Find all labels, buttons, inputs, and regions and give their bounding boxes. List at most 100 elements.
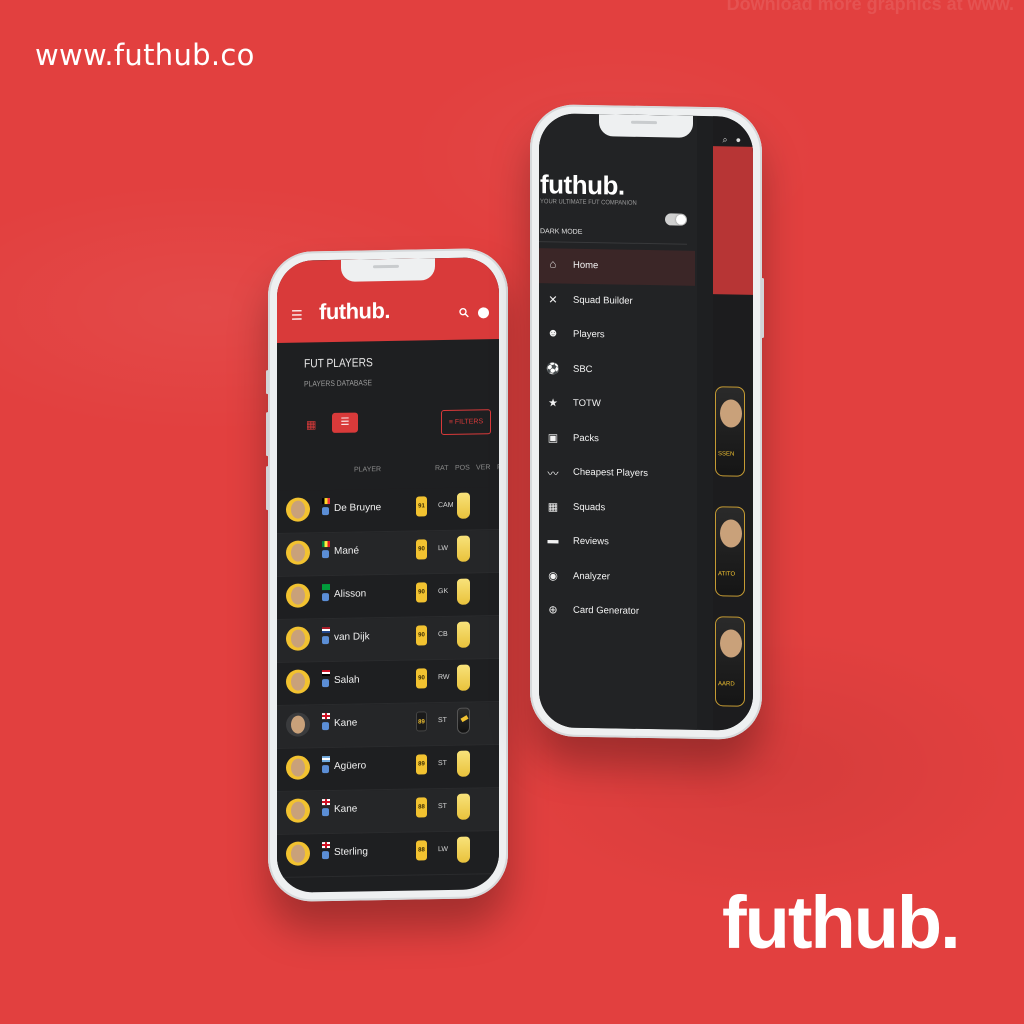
club-badge-icon: [322, 851, 329, 860]
player-name: Kane: [334, 717, 358, 729]
nation-flag-icon: [322, 670, 330, 677]
menu-item-analyzer[interactable]: ◉ Analyzer: [539, 559, 697, 596]
nation-flag-icon: [322, 627, 330, 634]
background-header: [713, 146, 753, 295]
table-row[interactable]: De Bruyne 91 CAM: [277, 487, 499, 534]
player-rating: 89: [416, 754, 427, 775]
table-row[interactable]: Alisson 90 GK: [277, 573, 499, 620]
table-row[interactable]: Kane 88 ST: [277, 788, 499, 835]
download-icon: ⊕: [548, 604, 558, 617]
table-row[interactable]: Kane 89 ST: [277, 702, 499, 749]
comment-icon: ▬: [547, 534, 559, 547]
player-rating: 90: [416, 539, 427, 560]
watermark: Download more graphics at www.: [726, 0, 1014, 14]
col-version[interactable]: VER: [476, 464, 490, 471]
notch: [599, 114, 693, 138]
star-icon: ★: [548, 397, 558, 410]
navigation-drawer: futhub. YOUR ULTIMATE FUT COMPANION DARK…: [539, 113, 697, 730]
player-rating: 88: [416, 797, 427, 818]
club-badge-icon: [322, 636, 329, 645]
col-player[interactable]: PLAYER: [354, 466, 381, 473]
col-price[interactable]: P: [497, 464, 499, 471]
nation-flag-icon: [322, 584, 330, 591]
player-rating: 90: [416, 668, 427, 689]
table-row[interactable]: Agüero 89 ST: [277, 745, 499, 792]
nation-flag-icon: [322, 713, 330, 720]
menu-item-label: TOTW: [573, 397, 601, 410]
card-version-icon: [457, 578, 470, 605]
notch: [341, 258, 435, 282]
player-name: Alisson: [334, 588, 367, 600]
table-row[interactable]: Sterling 88 LW: [277, 831, 499, 878]
gift-icon: ▣: [547, 431, 559, 444]
player-name: Kane: [334, 803, 358, 815]
player-name: Agüero: [334, 760, 367, 772]
menu-item-players[interactable]: ☻ Players: [539, 317, 697, 354]
filters-button[interactable]: ≡ FILTERS: [441, 409, 491, 436]
dark-mode-label: DARK MODE: [540, 228, 583, 236]
player-position: CAM: [438, 501, 454, 510]
player-card: AARD: [715, 616, 745, 707]
page-subtitle: PLAYERS DATABASE: [304, 378, 373, 389]
player-position: RW: [438, 673, 450, 682]
col-position[interactable]: POS: [455, 465, 470, 472]
user-icon: ●: [735, 134, 749, 145]
menu-item-squad-builder[interactable]: ✕ Squad Builder: [539, 283, 697, 320]
dark-mode-toggle[interactable]: [665, 213, 687, 226]
card-version-icon: [457, 793, 470, 820]
player-rating: 90: [416, 625, 427, 646]
menu-item-label: Reviews: [573, 535, 609, 548]
menu-screen: ⌕● SSEN ATITO AARD futhub. YOUR ULTIMATE…: [539, 113, 753, 731]
site-url[interactable]: www.futhub.co: [35, 38, 255, 72]
player-name: Sterling: [334, 846, 368, 858]
search-icon[interactable]: [459, 307, 469, 318]
hamburger-icon[interactable]: ☰: [291, 307, 303, 323]
card-version-icon: [457, 707, 470, 734]
nation-flag-icon: [322, 756, 330, 763]
club-badge-icon: [322, 507, 329, 516]
player-position: GK: [438, 587, 449, 596]
menu-item-sbc[interactable]: ⚽ SBC: [539, 352, 697, 389]
player-card: SSEN: [715, 386, 745, 477]
home-icon: ⌂: [549, 258, 557, 271]
power-button: [761, 278, 764, 339]
menu-item-squads[interactable]: ▦ Squads: [539, 490, 697, 527]
player-card-name: SSEN: [718, 451, 735, 458]
menu-item-home[interactable]: ⌂ Home: [539, 248, 695, 286]
player-avatar: [286, 626, 310, 651]
player-avatar: [286, 755, 310, 780]
player-rating: 89: [416, 711, 427, 732]
table-row[interactable]: Salah 90 RW: [277, 659, 499, 706]
player-avatar: [286, 669, 310, 694]
football-icon: ⚽: [546, 362, 560, 375]
phone-players-list: ☰ futhub. FUT PLAYERS PLAYERS DATABASE ▦…: [266, 247, 508, 903]
nation-flag-icon: [322, 498, 330, 505]
player-avatar: [286, 712, 310, 737]
page-title: FUT PLAYERS: [304, 355, 373, 371]
menu-item-reviews[interactable]: ▬ Reviews: [539, 524, 697, 561]
list-view-button[interactable]: ☰: [332, 412, 358, 433]
player-name: De Bruyne: [334, 502, 382, 514]
menu-item-packs[interactable]: ▣ Packs: [539, 421, 697, 458]
col-rating[interactable]: RAT: [435, 465, 448, 472]
menu-item-totw[interactable]: ★ TOTW: [539, 386, 697, 423]
player-avatar: [286, 497, 310, 522]
magnifier-icon: ◉: [548, 569, 558, 582]
menu-item-card-generator[interactable]: ⊕ Card Generator: [539, 593, 697, 630]
table-row[interactable]: van Dijk 90 CB: [277, 616, 499, 663]
player-name: Mané: [334, 545, 360, 557]
menu-item-cheapest-players[interactable]: 〰 Cheapest Players: [539, 455, 697, 492]
card-version-icon: [457, 836, 470, 863]
drawer-logo[interactable]: futhub.: [540, 169, 625, 201]
card-version-icon: [457, 664, 470, 691]
user-icon[interactable]: [478, 307, 489, 319]
phone-menu-drawer: ⌕● SSEN ATITO AARD futhub. YOUR ULTIMATE…: [530, 103, 764, 741]
grid-view-icon[interactable]: ▦: [306, 418, 316, 431]
player-position: LW: [438, 845, 448, 854]
app-logo[interactable]: futhub.: [319, 298, 390, 325]
club-badge-icon: [322, 593, 329, 602]
table-row[interactable]: Mané 90 LW: [277, 530, 499, 577]
card-version-icon: [457, 535, 470, 562]
player-position: ST: [438, 716, 447, 725]
menu-item-label: Cheapest Players: [573, 466, 648, 480]
